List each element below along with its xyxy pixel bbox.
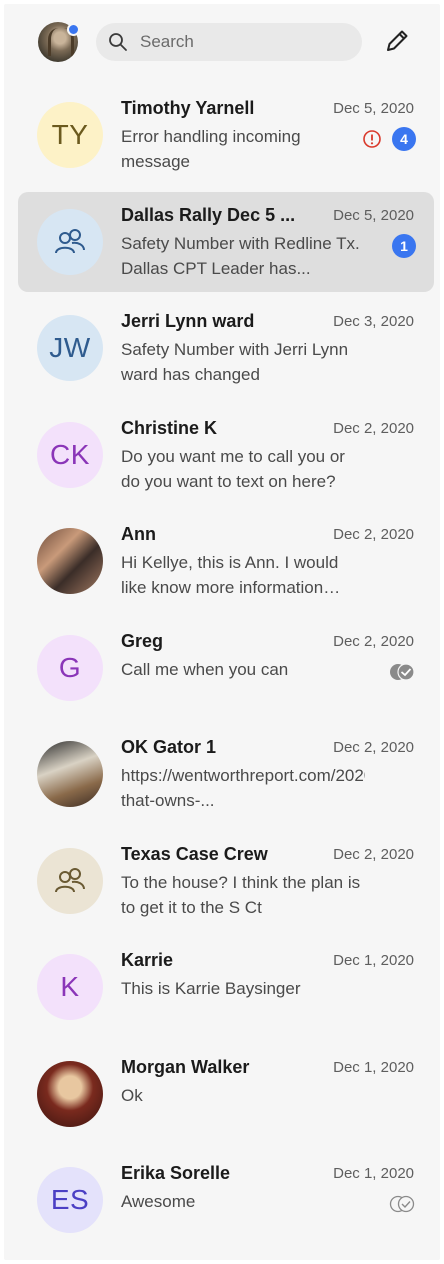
contact-photo-avatar bbox=[37, 741, 103, 807]
message-preview: Error handling incoming message bbox=[121, 127, 301, 171]
profile-notification-dot bbox=[67, 23, 80, 36]
double-check-icon bbox=[389, 1195, 415, 1213]
message-preview: https://wentworthreport.com/2020/12/02/f… bbox=[121, 766, 365, 810]
unread-badge: 1 bbox=[392, 233, 416, 258]
group-icon bbox=[55, 228, 85, 253]
conversation-name: Greg bbox=[121, 630, 164, 651]
conversation-name: Morgan Walker bbox=[121, 1056, 250, 1077]
message-preview: Ok bbox=[121, 1085, 143, 1105]
conversation-item[interactable]: Ann Dec 2, 2020 Hi Kellye, this is Ann. I … bbox=[4, 508, 440, 615]
conversation-item[interactable]: CK Christine K Dec 2, 2020 Do you want me t… bbox=[4, 402, 440, 509]
conversation-item[interactable]: JW Jerri Lynn ward Dec 3, 2020 Safety Numbe… bbox=[4, 295, 440, 402]
search-icon bbox=[109, 33, 127, 51]
conversation-date: Dec 2, 2020 bbox=[333, 526, 414, 543]
initials-avatar: ES bbox=[37, 1167, 103, 1233]
contact-photo-avatar bbox=[37, 1060, 103, 1127]
conversation-name: Ann bbox=[121, 524, 156, 544]
group-avatar bbox=[37, 847, 103, 914]
message-preview: Safety Number with Redline Tx. Dallas CP… bbox=[121, 233, 360, 278]
message-preview: Safety Number with Jerri Lynn ward has c… bbox=[121, 340, 349, 384]
group-icon bbox=[55, 867, 85, 892]
conversation-list: TY Timothy Yarnell Dec 5, 2020 Error handli… bbox=[4, 82, 440, 1254]
double-check-icon bbox=[390, 662, 415, 681]
header bbox=[4, 4, 440, 80]
message-preview: Awesome bbox=[121, 1192, 196, 1211]
conversation-date: Dec 3, 2020 bbox=[333, 313, 414, 330]
unread-badge: 4 bbox=[392, 127, 416, 151]
conversation-item[interactable]: TY Timothy Yarnell Dec 5, 2020 Error handli… bbox=[4, 82, 440, 189]
initials-avatar: G bbox=[37, 634, 103, 701]
message-preview: Do you want me to call you or do you wan… bbox=[121, 446, 345, 491]
conversation-date: Dec 5, 2020 bbox=[333, 100, 414, 117]
conversation-name: Texas Case Crew bbox=[121, 843, 268, 864]
message-preview: This is Karrie Baysinger bbox=[121, 979, 301, 998]
initials-avatar: K bbox=[37, 954, 103, 1020]
conversation-name: Karrie bbox=[121, 950, 174, 970]
conversation-name: Timothy Yarnell bbox=[121, 98, 255, 118]
conversation-item[interactable]: Dallas Rally Dec 5 ... Dec 5, 2020 Safety … bbox=[4, 189, 440, 296]
conversation-name: Jerri Lynn ward bbox=[121, 311, 255, 331]
conversation-item[interactable]: Morgan Walker Dec 1, 2020 Ok bbox=[4, 1041, 440, 1148]
pencil-icon[interactable] bbox=[382, 26, 412, 56]
initials-avatar: TY bbox=[37, 102, 103, 168]
conversation-date: Dec 2, 2020 bbox=[333, 845, 414, 863]
conversation-date: Dec 1, 2020 bbox=[333, 1058, 414, 1076]
error-icon bbox=[363, 130, 381, 148]
conversation-date: Dec 2, 2020 bbox=[333, 419, 414, 437]
initials-avatar: CK bbox=[37, 421, 103, 488]
conversation-date: Dec 1, 2020 bbox=[333, 1165, 414, 1182]
conversation-item[interactable]: G Greg Dec 2, 2020 Call me when you can bbox=[4, 615, 440, 722]
conversation-name: Erika Sorelle bbox=[121, 1163, 231, 1183]
initials-avatar: JW bbox=[37, 315, 103, 381]
conversation-date: Dec 1, 2020 bbox=[333, 952, 414, 969]
conversation-date: Dec 2, 2020 bbox=[333, 632, 414, 650]
conversation-name: Christine K bbox=[121, 417, 218, 438]
conversation-name: OK Gator 1 bbox=[121, 737, 217, 757]
conversation-item[interactable]: Texas Case Crew Dec 2, 2020 To the house? … bbox=[4, 828, 440, 935]
conversation-item[interactable]: ES Erika Sorelle Dec 1, 2020 Awesome bbox=[4, 1147, 440, 1254]
conversation-item[interactable]: OK Gator 1 Dec 2, 2020 https://wentworthre… bbox=[4, 721, 440, 828]
conversation-date: Dec 2, 2020 bbox=[333, 739, 414, 756]
search-input[interactable] bbox=[138, 31, 342, 53]
message-preview: Hi Kellye, this is Ann. I would like kno… bbox=[121, 553, 339, 597]
search-bar[interactable] bbox=[96, 23, 362, 61]
message-preview: To the house? I think the plan is to get… bbox=[121, 872, 361, 917]
conversation-name: Dallas Rally Dec 5 ... bbox=[121, 204, 296, 225]
conversation-item[interactable]: K Karrie Dec 1, 2020 This is Karrie Baysing… bbox=[4, 934, 440, 1041]
contact-photo-avatar bbox=[37, 528, 103, 594]
conversation-panel: TY Timothy Yarnell Dec 5, 2020 Error handli… bbox=[4, 4, 440, 1260]
group-avatar bbox=[37, 208, 103, 275]
conversation-date: Dec 5, 2020 bbox=[333, 206, 414, 224]
message-preview: Call me when you can bbox=[121, 659, 289, 679]
